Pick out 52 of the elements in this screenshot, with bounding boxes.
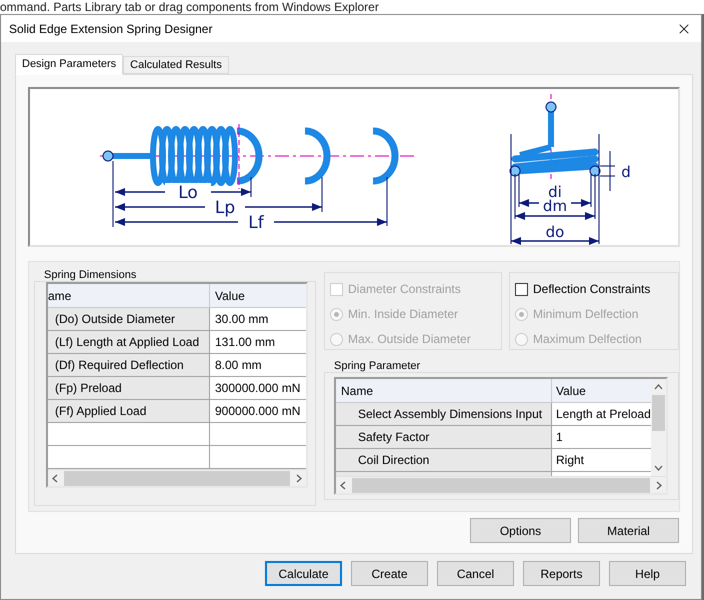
table-cell[interactable]: 1 <box>552 426 563 448</box>
radio-label: Minimum Delfection <box>533 306 638 323</box>
background-text: ommand. Parts Library tab or drag components from Windows Explorer <box>0 0 379 14</box>
table-cell[interactable]: 8.00 mm <box>210 354 306 376</box>
group-title: Spring Parameter <box>333 360 422 372</box>
table-cell: Select Assembly Dimensions Input <box>336 403 552 425</box>
dialog-button[interactable]: Material <box>578 518 679 543</box>
table-cell[interactable]: Length at Preload <box>552 403 651 425</box>
dialog-button[interactable]: Options <box>470 518 571 543</box>
horizontal-scrollbar[interactable] <box>48 469 306 486</box>
checkbox-label: Diameter Constraints <box>348 281 461 298</box>
tab[interactable]: Calculated Results <box>123 56 229 74</box>
table-cell: Safety Factor <box>336 426 552 448</box>
table-cell[interactable]: Right <box>552 449 584 471</box>
radio-button[interactable] <box>515 332 528 346</box>
table-cell: (Do) Outside Diameter <box>48 308 210 330</box>
checkbox[interactable] <box>515 282 528 296</box>
radio-button[interactable] <box>515 308 528 320</box>
table-cell: Coil Direction <box>336 449 552 471</box>
dimension-label: Lo <box>178 183 198 203</box>
table-cell[interactable]: 131.00 mm <box>210 331 306 353</box>
dialog-button[interactable]: Create <box>351 561 428 586</box>
horizontal-scrollbar[interactable] <box>336 476 666 493</box>
radio-label: Maximum Delfection <box>533 331 642 348</box>
column-header[interactable]: Value <box>552 379 586 402</box>
group-title: Spring Dimensions <box>43 269 138 281</box>
radio-label: Min. Inside Diameter <box>348 306 458 323</box>
scroll-thumb[interactable] <box>64 470 290 486</box>
dimension-label: d <box>621 163 631 181</box>
column-header[interactable]: ame <box>48 284 210 307</box>
table-cell: (Lf) Length at Applied Load <box>48 331 210 353</box>
dimension-label: do <box>546 223 564 241</box>
dialog-button[interactable]: Help <box>609 561 686 586</box>
dimension-label: Lp <box>214 198 236 218</box>
window-title: Solid Edge Extension Spring Designer <box>9 20 212 38</box>
dialog-button[interactable]: Reports <box>523 561 600 586</box>
dialog-button[interactable]: Cancel <box>437 561 514 586</box>
column-header[interactable]: Value <box>210 284 306 307</box>
table-cell: (Df) Required Deflection <box>48 354 210 376</box>
scroll-thumb[interactable] <box>352 478 650 492</box>
column-header[interactable]: Name <box>336 379 552 402</box>
tab[interactable]: Design Parameters <box>15 54 124 75</box>
checkbox-label: Deflection Constraints <box>533 281 650 298</box>
table-cell: (Fp) Preload <box>48 377 210 399</box>
table-cell[interactable]: 300000.000 mN <box>210 377 306 399</box>
dialog-button[interactable]: Calculate <box>265 561 342 586</box>
table-cell[interactable]: 900000.000 mN <box>210 400 306 422</box>
table-cell[interactable]: 30.00 mm <box>210 308 306 330</box>
radio-label: Max. Outside Diameter <box>348 331 471 348</box>
dimension-label: Lf <box>248 213 264 233</box>
table-cell: (Ff) Applied Load <box>48 400 210 422</box>
vertical-scrollbar[interactable] <box>651 379 666 476</box>
